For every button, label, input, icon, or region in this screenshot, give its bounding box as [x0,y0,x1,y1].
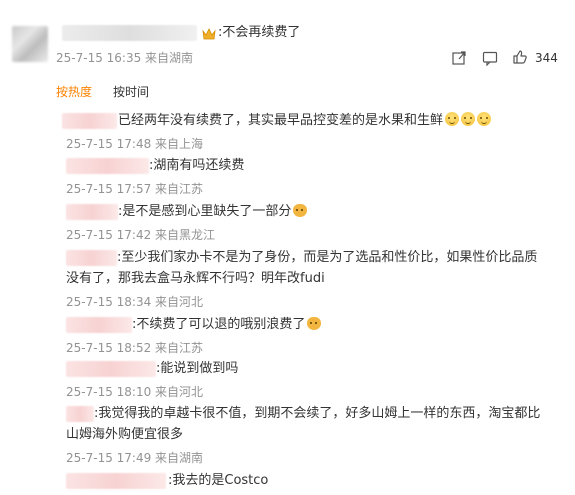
root-comment-meta: 25-7-15 16:35 来自湖南 [56,51,194,65]
like-icon[interactable] [512,49,528,65]
reply-meta: 25-7-15 17:42 来自黑龙江 [66,228,216,242]
root-comment-text: :不会再续费了 [218,25,301,40]
reply-text: 已经两年没有续费了，其实最早品控变差的是水果和生鲜 [118,112,492,130]
reply-user-name-redacted[interactable] [66,158,149,174]
smile-emoji-icon [461,112,476,126]
reply-text: :至少我们家办卡不是为了身份，而是为了选品和性价比，如果性价比品质 [117,250,538,265]
reply-text: :不续费了可以退的哦别浪费了 [132,316,322,334]
smile-emoji-icon [445,112,460,126]
smile-emoji-icon [477,112,492,126]
reply-text: :湖南有吗还续费 [149,158,245,173]
reply-user-name-redacted[interactable] [66,361,156,377]
reply-user-name-redacted[interactable] [66,250,117,266]
reply-meta: 25-7-15 17:49 来自湖南 [66,451,204,465]
crown-badge-icon [202,24,218,43]
cat-emoji-icon [293,204,308,217]
reply-user-name-redacted[interactable] [66,317,132,333]
comment-icon[interactable] [482,50,498,66]
reply-text: :能说到做到吗 [156,361,239,376]
reply-text: :我去的是Costco [168,473,269,488]
share-icon[interactable] [451,50,467,66]
tab-sort-by-time[interactable]: 按时间 [113,84,149,100]
like-count: 344 [535,51,558,65]
cat-emoji-icon [307,317,322,330]
reply-meta: 25-7-15 17:57 来自江苏 [66,182,204,196]
reply-user-name-redacted[interactable] [66,406,94,422]
user-avatar[interactable] [12,26,48,62]
reply-text: :我觉得我的卓越卡很不值，到期不会续了，好多山姆上一样的东西，淘宝都比 [94,406,541,421]
reply-text: :是不是感到心里缺失了一部分 [118,203,308,221]
reply-user-name-redacted[interactable] [66,473,166,489]
reply-text-continued: 山姆海外购便宜很多 [66,427,184,442]
reply-meta: 25-7-15 18:52 来自江苏 [66,341,204,355]
tab-sort-by-hot[interactable]: 按热度 [56,84,92,100]
reply-user-name-redacted[interactable] [66,204,118,220]
reply-meta: 25-7-15 18:34 来自河北 [66,295,204,309]
reply-text-continued: 没有了，那我去盒马永辉不行吗？明年改fudi [66,271,325,286]
reply-meta: 25-7-15 17:48 来自上海 [66,137,204,151]
user-name-redacted[interactable] [62,25,197,41]
reply-user-name-redacted[interactable] [62,113,117,129]
reply-meta: 25-7-15 18:10 来自河北 [66,385,204,399]
